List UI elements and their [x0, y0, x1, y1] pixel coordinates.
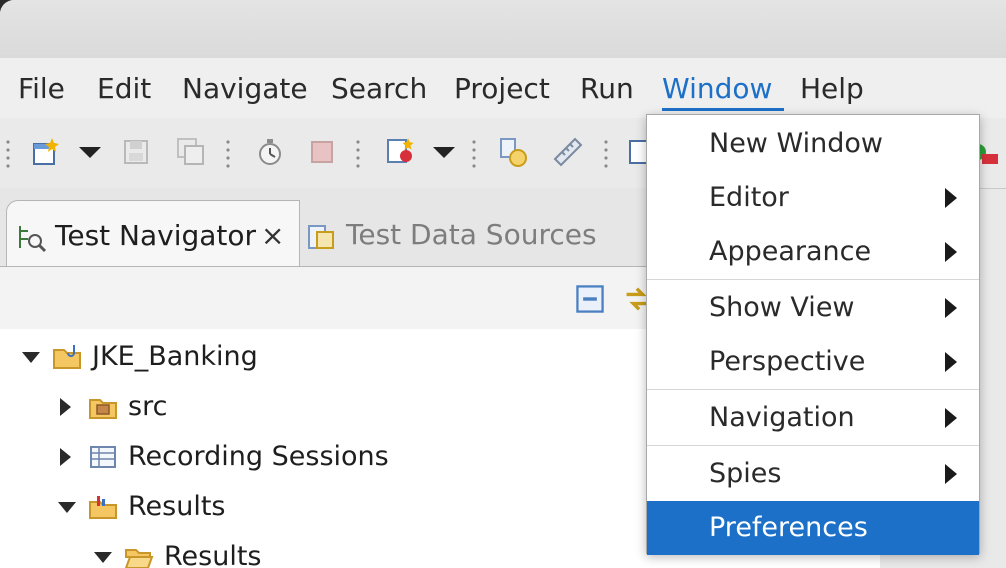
menu-item-show-view[interactable]: Show View — [647, 281, 979, 335]
close-icon[interactable]: × — [261, 219, 284, 252]
menu-item-label: Preferences — [709, 512, 868, 543]
menu-item-preferences[interactable]: Preferences — [647, 501, 979, 555]
toolbar-separator — [472, 138, 476, 168]
tab-test-data-sources[interactable]: Test Data Sources — [300, 200, 660, 266]
menu-item-label: Show View — [709, 292, 855, 323]
save-icon[interactable] — [120, 136, 152, 168]
tree-item-label: src — [128, 391, 168, 422]
menu-separator — [647, 445, 979, 446]
menu-item-navigation[interactable]: Navigation — [647, 391, 979, 445]
tree-item-label: Results — [164, 541, 262, 568]
menu-item-new-window[interactable]: New Window — [647, 117, 979, 171]
toolbar-grip[interactable] — [6, 138, 10, 168]
chevron-right-icon — [945, 188, 957, 208]
open-folder-icon — [124, 542, 154, 568]
tab-test-navigator-label: Test Navigator — [55, 219, 257, 252]
tab-test-navigator[interactable]: Test Navigator × — [6, 200, 300, 267]
menu-item-editor[interactable]: Editor — [647, 171, 979, 225]
menu-item-label: Perspective — [709, 346, 866, 377]
toolbar-separator — [604, 138, 608, 168]
chevron-right-icon — [945, 298, 957, 318]
chevron-down-icon[interactable] — [428, 136, 460, 168]
chevron-right-icon — [945, 464, 957, 484]
menu-navigate[interactable]: Navigate — [182, 72, 308, 106]
chevron-right-icon — [945, 352, 957, 372]
new-wizard-icon[interactable] — [30, 136, 62, 168]
tree-item-label: Recording Sessions — [128, 441, 389, 472]
test-data-sources-icon — [306, 222, 336, 252]
menu-project[interactable]: Project — [454, 72, 550, 106]
chevron-right-icon[interactable] — [60, 398, 71, 416]
recording-sessions-icon — [88, 442, 118, 472]
menu-separator — [647, 279, 979, 280]
new-test-icon[interactable] — [384, 136, 416, 168]
title-bar — [0, 0, 1006, 58]
chevron-down-icon[interactable] — [22, 352, 40, 363]
menu-item-label: Editor — [709, 182, 789, 213]
menu-window-active-indicator — [662, 108, 784, 111]
menu-window[interactable]: Window — [662, 72, 772, 106]
tab-test-data-sources-label: Test Data Sources — [346, 218, 597, 251]
package-folder-icon — [88, 392, 118, 422]
menu-bar: File Edit Navigate Search Project Run Wi… — [0, 58, 1006, 118]
menu-item-spies[interactable]: Spies — [647, 447, 979, 501]
toolbar-separator — [356, 138, 360, 168]
test-navigator-icon — [17, 223, 47, 253]
menu-item-label: Navigation — [709, 402, 855, 433]
project-folder-icon — [52, 342, 82, 372]
results-folder-icon — [88, 492, 118, 522]
tree-item-label: Results — [128, 491, 226, 522]
menu-file[interactable]: File — [18, 72, 65, 106]
menu-item-label: New Window — [709, 128, 883, 159]
chevron-right-icon — [945, 408, 957, 428]
menu-item-appearance[interactable]: Appearance — [647, 225, 979, 279]
compare-icon[interactable] — [498, 136, 530, 168]
ide-window: File Edit Navigate Search Project Run Wi… — [0, 0, 1006, 568]
toolbar-separator — [226, 138, 230, 168]
stop-icon[interactable] — [306, 136, 338, 168]
window-menu-dropdown: New Window Editor Appearance Show View P… — [646, 114, 980, 555]
chevron-right-icon — [945, 242, 957, 262]
menu-item-perspective[interactable]: Perspective — [647, 335, 979, 389]
save-all-icon[interactable] — [175, 136, 207, 168]
tree-item-label: JKE_Banking — [92, 341, 258, 372]
chevron-right-icon[interactable] — [60, 448, 71, 466]
menu-help[interactable]: Help — [800, 72, 864, 106]
collapse-all-icon[interactable] — [574, 283, 604, 313]
ruler-icon[interactable] — [552, 136, 584, 168]
chevron-down-icon[interactable] — [94, 552, 112, 563]
chevron-down-icon[interactable] — [58, 502, 76, 513]
menu-item-label: Appearance — [709, 236, 872, 267]
menu-run[interactable]: Run — [580, 72, 634, 106]
chevron-down-icon[interactable] — [74, 136, 106, 168]
menu-edit[interactable]: Edit — [97, 72, 151, 106]
menu-separator — [647, 389, 979, 390]
menu-item-label: Spies — [709, 458, 782, 489]
menu-search[interactable]: Search — [331, 72, 427, 106]
stopwatch-icon[interactable] — [254, 136, 286, 168]
